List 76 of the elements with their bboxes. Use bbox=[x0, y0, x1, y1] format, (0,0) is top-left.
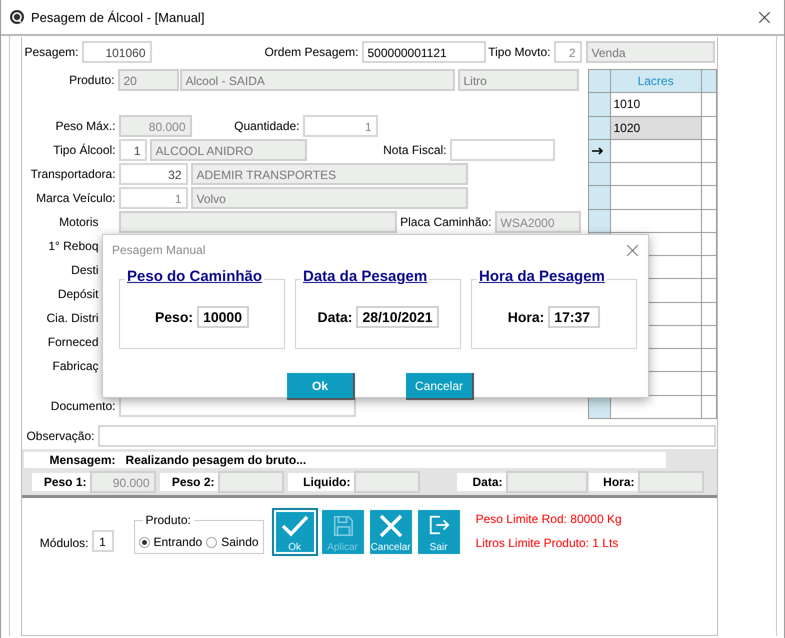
field-label: Produto: bbox=[68, 73, 116, 87]
weight-field: 90.000 bbox=[90, 471, 156, 493]
limit-text: Peso Limite Rod: 80000 Kg bbox=[476, 512, 622, 526]
check-icon bbox=[280, 514, 310, 538]
field-label: Forneced bbox=[46, 335, 100, 349]
weight-field bbox=[218, 471, 284, 493]
field-label: Tipo Movto: bbox=[487, 45, 552, 59]
field-label: Tipo Álcool: bbox=[52, 143, 116, 157]
input-field[interactable]: 10000 bbox=[197, 306, 250, 328]
field-label: Documento: bbox=[50, 399, 116, 413]
group-title: Data da Pesagem bbox=[301, 268, 430, 285]
peso-max-field: 80.000 bbox=[118, 115, 192, 137]
produto-code-field: 20 bbox=[118, 69, 178, 91]
transportadora-code-field[interactable]: 32 bbox=[118, 163, 188, 185]
table-cell[interactable]: 1010 bbox=[610, 92, 702, 116]
input-field[interactable]: 17:37 bbox=[548, 306, 600, 328]
tipo-movto-name-field: Venda bbox=[586, 41, 714, 63]
field-label: Fabricaç bbox=[51, 359, 100, 373]
message-text: Realizando pesagem do bruto... bbox=[126, 453, 306, 467]
marca-code-field[interactable]: 1 bbox=[118, 187, 188, 209]
transportadora-name-field: ADEMIR TRANSPORTES bbox=[190, 163, 468, 185]
field-label: Liquido: bbox=[288, 473, 354, 491]
field-label: Peso: bbox=[154, 309, 194, 325]
placa-field: WSA2000 bbox=[494, 211, 580, 233]
ordem-pesagem-field[interactable]: 500000001121 bbox=[362, 41, 486, 63]
quantidade-field[interactable]: 1 bbox=[302, 115, 378, 137]
group-title: Produto: bbox=[142, 513, 194, 527]
field-label: Observação: bbox=[25, 429, 96, 443]
radio-option[interactable]: Entrando bbox=[138, 535, 202, 549]
pesagem-field[interactable]: 101060 bbox=[82, 41, 152, 63]
marca-name-field: Volvo bbox=[190, 187, 468, 209]
field-label: Pesagem: bbox=[23, 45, 80, 59]
field-label: Desti bbox=[70, 263, 100, 277]
field-label: Módulos: bbox=[38, 536, 90, 550]
tipo-alcool-code-field[interactable]: 1 bbox=[118, 139, 146, 161]
field-label: Motoris bbox=[58, 215, 100, 229]
field-label: Hora: bbox=[508, 309, 544, 325]
dialog-title: Pesagem Manual bbox=[112, 243, 206, 257]
field-label: Nota Fiscal: bbox=[382, 143, 448, 157]
radio-option[interactable]: Saindo bbox=[206, 535, 259, 549]
observacao-field[interactable] bbox=[98, 425, 716, 447]
nota-fiscal-field[interactable] bbox=[450, 139, 554, 161]
app-logo-icon bbox=[9, 9, 25, 25]
field-label: Data: bbox=[317, 309, 352, 325]
weight-field bbox=[354, 471, 420, 493]
field-label: Cia. Distri bbox=[45, 311, 100, 325]
field-label: Data: bbox=[456, 473, 506, 491]
close-icon[interactable] bbox=[627, 244, 638, 256]
field-label: Placa Caminhão: bbox=[399, 215, 492, 229]
field-label: Quantidade: bbox=[233, 119, 300, 133]
produto-name-field: Alcool - SAIDA bbox=[180, 69, 454, 91]
field-label: Depósit bbox=[56, 287, 100, 301]
window-title: Pesagem de Álcool - [Manual] bbox=[31, 10, 204, 24]
group-title: Hora da Pesagem bbox=[477, 268, 607, 285]
limit-text: Litros Limite Produto: 1 Lts bbox=[476, 536, 620, 550]
group-title: Peso do Caminhão bbox=[125, 268, 264, 285]
tipo-alcool-name-field: ALCOOL ANIDRO bbox=[150, 139, 306, 161]
unit-field: Litro bbox=[458, 69, 578, 91]
field-label: Peso Máx.: bbox=[54, 119, 116, 133]
field-label: Hora: bbox=[588, 473, 638, 491]
modulos-field[interactable]: 1 bbox=[92, 530, 114, 552]
exit-icon bbox=[428, 514, 450, 536]
field-label: Ordem Pesagem: bbox=[263, 45, 360, 59]
field-label: Peso 1: bbox=[32, 473, 90, 491]
input-field[interactable]: 28/10/2021 bbox=[356, 306, 439, 328]
message-label: Mensagem: bbox=[50, 453, 116, 467]
close-icon[interactable] bbox=[759, 12, 770, 22]
field-label: 1° Reboq bbox=[47, 239, 100, 253]
arrow-icon bbox=[592, 146, 604, 155]
table-cell[interactable]: 1020 bbox=[610, 116, 702, 140]
field-label: Transportadora: bbox=[30, 167, 116, 181]
field-label: Marca Veículo: bbox=[35, 191, 116, 205]
weight-field bbox=[638, 471, 704, 493]
field-label: Peso 2: bbox=[160, 473, 218, 491]
tipo-movto-field[interactable]: 2 bbox=[554, 41, 582, 63]
close-icon bbox=[378, 514, 403, 538]
